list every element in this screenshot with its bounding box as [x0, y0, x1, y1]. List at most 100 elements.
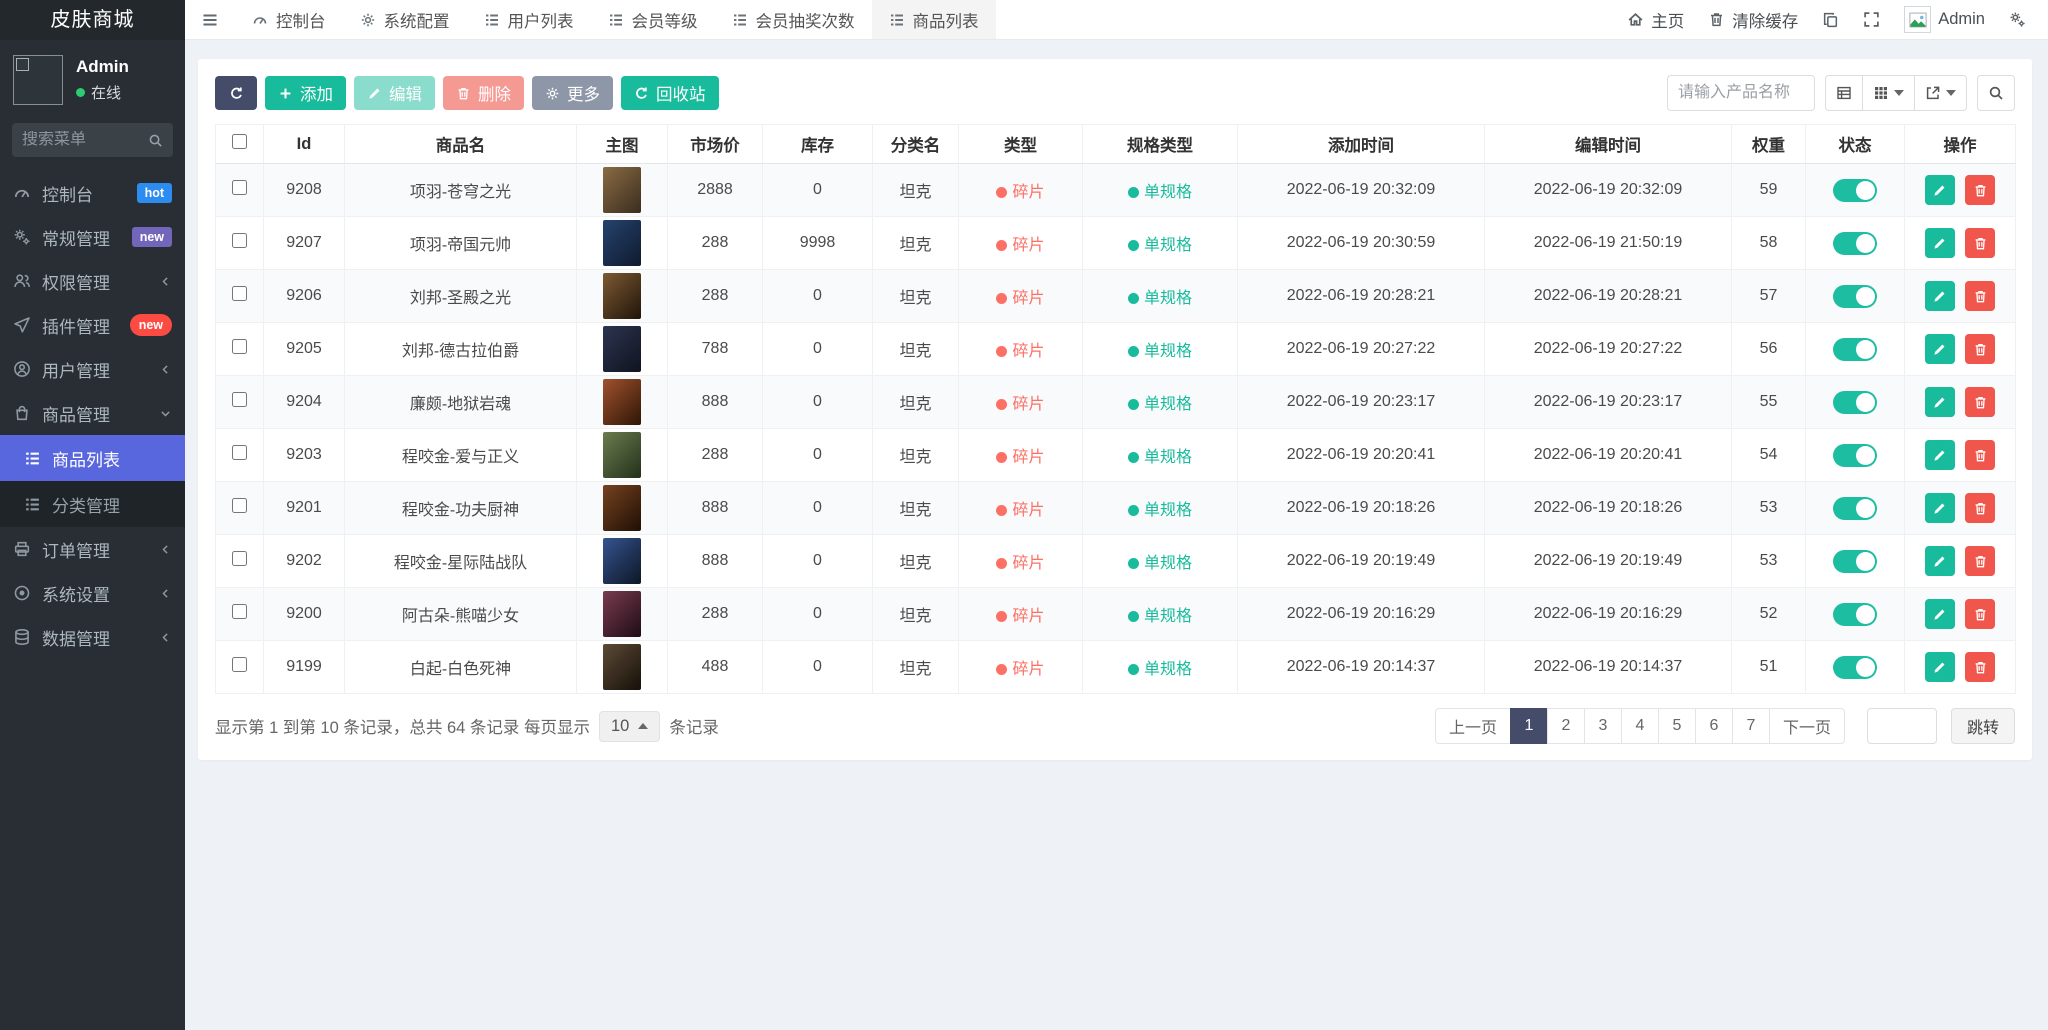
product-thumbnail[interactable]	[603, 167, 641, 213]
tab-user-list[interactable]: 用户列表	[467, 0, 591, 39]
status-toggle[interactable]	[1833, 178, 1877, 202]
page-jump-input[interactable]	[1866, 708, 1937, 744]
select-all-checkbox[interactable]	[232, 134, 247, 149]
row-edit-button[interactable]	[1924, 228, 1955, 258]
row-delete-button[interactable]	[1965, 599, 1996, 629]
row-delete-button[interactable]	[1965, 652, 1996, 682]
sidebar-item-users[interactable]: 用户管理	[0, 347, 185, 391]
product-thumbnail[interactable]	[603, 379, 641, 425]
status-toggle[interactable]	[1833, 390, 1877, 414]
product-thumbnail[interactable]	[603, 485, 641, 531]
page-5[interactable]: 5	[1657, 708, 1696, 744]
recycle-bin-button[interactable]: 回收站	[621, 76, 719, 110]
tab-system-config[interactable]: 系统配置	[343, 0, 467, 39]
status-toggle[interactable]	[1833, 443, 1877, 467]
add-button[interactable]: 添加	[265, 76, 346, 110]
page-next[interactable]: 下一页	[1768, 708, 1845, 744]
page-size-select[interactable]: 10	[598, 710, 661, 742]
sidebar-item-orders[interactable]: 订单管理	[0, 527, 185, 571]
row-delete-button[interactable]	[1965, 387, 1996, 417]
product-thumbnail[interactable]	[603, 591, 641, 637]
row-delete-button[interactable]	[1965, 546, 1996, 576]
row-checkbox[interactable]	[232, 445, 247, 460]
product-thumbnail[interactable]	[603, 432, 641, 478]
sidebar-item-products[interactable]: 商品管理	[0, 391, 185, 435]
sidebar-toggle-button[interactable]	[185, 0, 235, 39]
tab-dashboard[interactable]: 控制台	[235, 0, 343, 39]
page-jump-button[interactable]: 跳转	[1950, 708, 2015, 744]
row-delete-button[interactable]	[1965, 334, 1996, 364]
row-checkbox[interactable]	[232, 551, 247, 566]
row-delete-button[interactable]	[1965, 228, 1996, 258]
sidebar-item-settings[interactable]: 系统设置	[0, 571, 185, 615]
row-delete-button[interactable]	[1965, 281, 1996, 311]
tab-member-level[interactable]: 会员等级	[591, 0, 715, 39]
search-toggle-button[interactable]	[1977, 75, 2015, 111]
status-toggle[interactable]	[1833, 496, 1877, 520]
sidebar-item-data[interactable]: 数据管理	[0, 615, 185, 659]
row-edit-button[interactable]	[1924, 387, 1955, 417]
status-toggle[interactable]	[1833, 655, 1877, 679]
product-thumbnail[interactable]	[603, 538, 641, 584]
row-checkbox[interactable]	[232, 339, 247, 354]
row-checkbox[interactable]	[232, 180, 247, 195]
status-toggle[interactable]	[1833, 337, 1877, 361]
sidebar-item-general[interactable]: 常规管理 new	[0, 215, 185, 259]
page-3[interactable]: 3	[1583, 708, 1622, 744]
page-4[interactable]: 4	[1620, 708, 1659, 744]
row-delete-button[interactable]	[1965, 440, 1996, 470]
fullscreen-button[interactable]	[1863, 11, 1880, 28]
product-thumbnail[interactable]	[603, 644, 641, 690]
columns-button[interactable]	[1862, 75, 1915, 111]
row-checkbox[interactable]	[232, 233, 247, 248]
more-button[interactable]: 更多	[532, 76, 613, 110]
refresh-button[interactable]	[215, 76, 257, 110]
page-7[interactable]: 7	[1731, 708, 1770, 744]
status-toggle[interactable]	[1833, 231, 1877, 255]
status-toggle[interactable]	[1833, 602, 1877, 626]
row-edit-button[interactable]	[1924, 493, 1955, 523]
product-thumbnail[interactable]	[603, 326, 641, 372]
sidebar-subitem-product-list[interactable]: 商品列表	[0, 435, 185, 481]
status-toggle[interactable]	[1833, 549, 1877, 573]
delete-button[interactable]: 删除	[443, 76, 524, 110]
cell-id: 9207	[263, 216, 345, 270]
edit-button[interactable]: 编辑	[354, 76, 435, 110]
row-delete-button[interactable]	[1965, 175, 1996, 205]
page-1[interactable]: 1	[1509, 708, 1548, 744]
row-checkbox[interactable]	[232, 392, 247, 407]
row-edit-button[interactable]	[1924, 546, 1955, 576]
product-search-input[interactable]	[1667, 75, 1815, 111]
detail-view-button[interactable]	[1825, 75, 1863, 111]
row-edit-button[interactable]	[1924, 334, 1955, 364]
clear-cache-button[interactable]: 清除缓存	[1708, 8, 1798, 32]
row-edit-button[interactable]	[1924, 440, 1955, 470]
sidebar-item-plugins[interactable]: 插件管理 new	[0, 303, 185, 347]
page-6[interactable]: 6	[1694, 708, 1733, 744]
row-checkbox[interactable]	[232, 604, 247, 619]
sidebar-item-permissions[interactable]: 权限管理	[0, 259, 185, 303]
row-delete-button[interactable]	[1965, 493, 1996, 523]
row-checkbox[interactable]	[232, 498, 247, 513]
tab-product-list[interactable]: 商品列表	[871, 0, 996, 39]
row-checkbox[interactable]	[232, 657, 247, 672]
home-link[interactable]: 主页	[1627, 8, 1684, 32]
row-edit-button[interactable]	[1924, 652, 1955, 682]
page-2[interactable]: 2	[1546, 708, 1585, 744]
account-menu[interactable]: Admin	[1904, 6, 1985, 33]
tab-lottery-times[interactable]: 会员抽奖次数	[715, 0, 872, 39]
page-prev[interactable]: 上一页	[1434, 708, 1511, 744]
row-edit-button[interactable]	[1924, 281, 1955, 311]
product-thumbnail[interactable]	[603, 220, 641, 266]
export-button[interactable]	[1914, 75, 1967, 111]
row-checkbox[interactable]	[232, 286, 247, 301]
settings-menu[interactable]	[2009, 11, 2026, 28]
product-thumbnail[interactable]	[603, 273, 641, 319]
row-edit-button[interactable]	[1924, 175, 1955, 205]
row-edit-button[interactable]	[1924, 599, 1955, 629]
sidebar-subitem-category[interactable]: 分类管理	[0, 481, 185, 527]
status-toggle[interactable]	[1833, 284, 1877, 308]
sidebar-item-dashboard[interactable]: 控制台 hot	[0, 171, 185, 215]
menu-search-input[interactable]	[22, 131, 148, 149]
copy-button[interactable]	[1822, 11, 1839, 28]
